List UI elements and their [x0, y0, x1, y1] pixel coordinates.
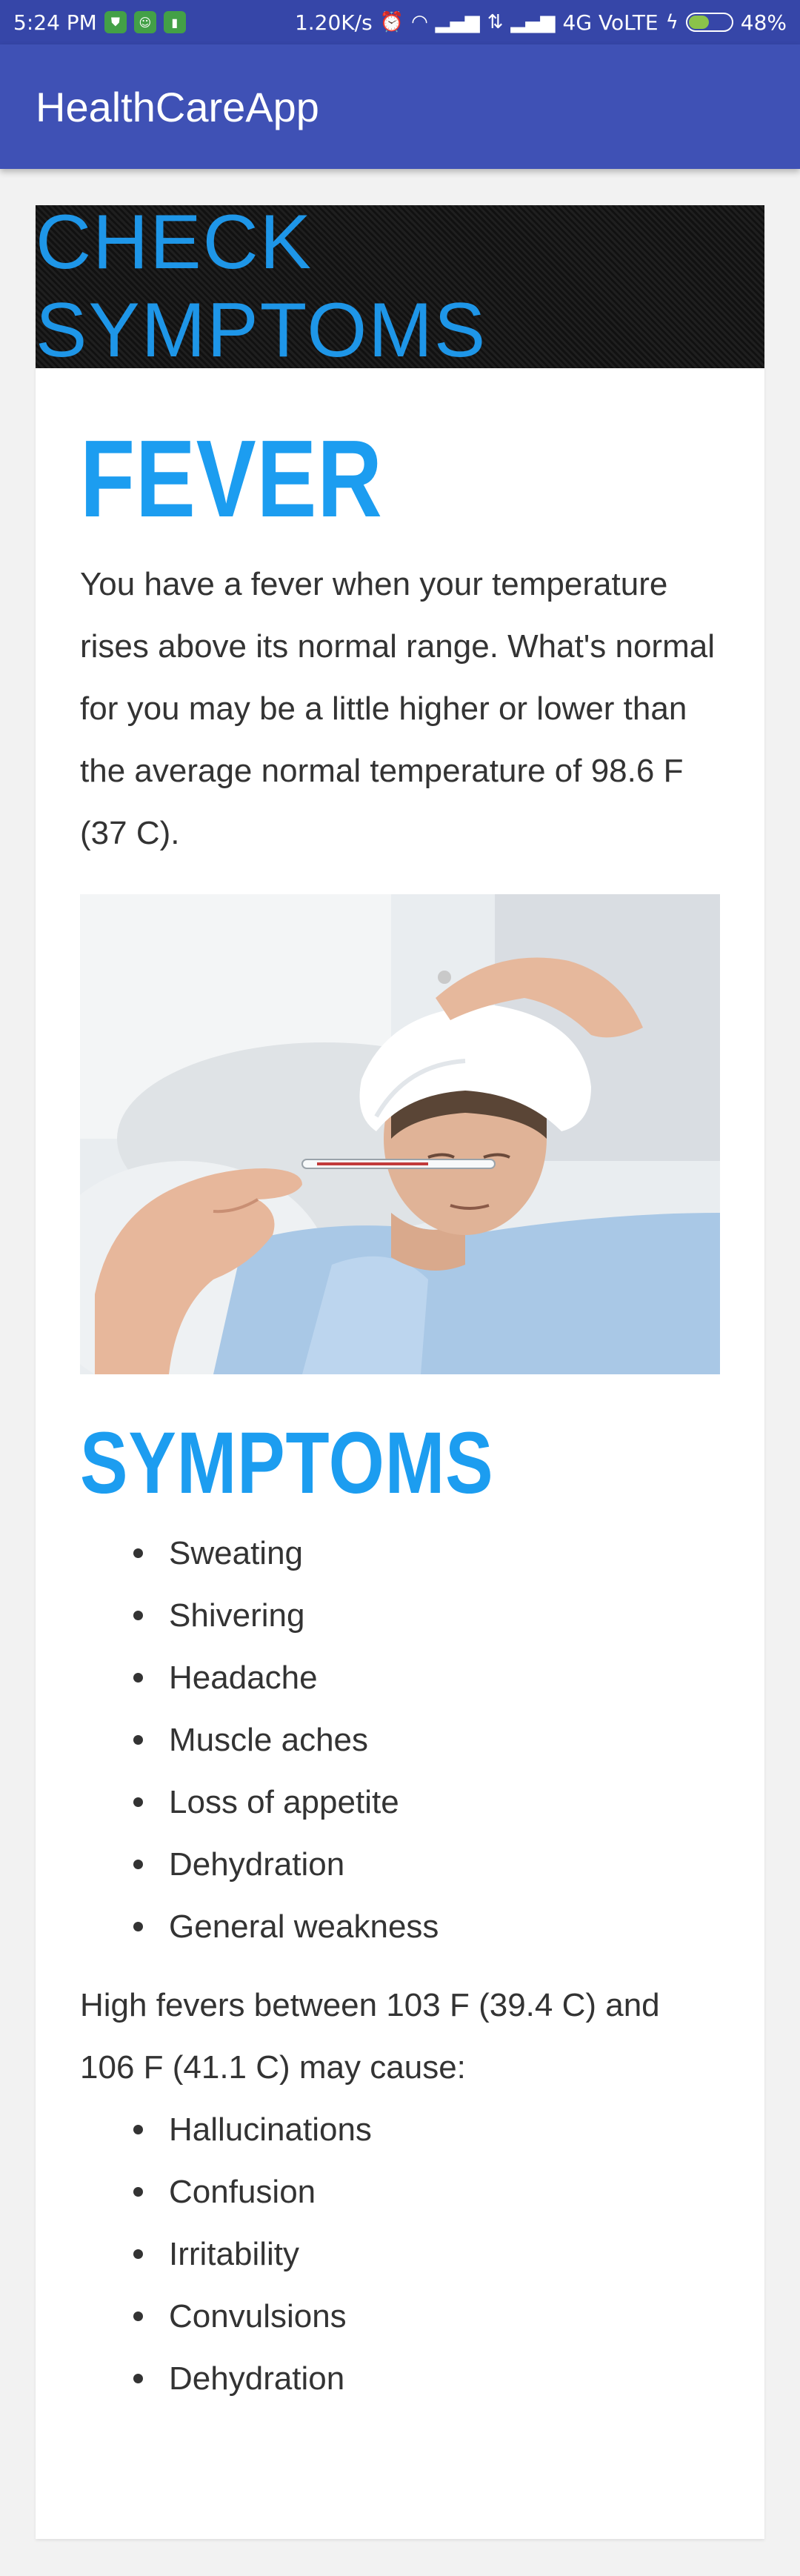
list-item-label: Sweating [169, 1535, 304, 1571]
shield-notification-icon: ⛊ [104, 11, 127, 33]
alarm-icon: ⏰ [379, 11, 404, 33]
list-item: Sweating [133, 1522, 720, 1585]
list-item-label: Confusion [169, 2174, 316, 2210]
list-item: Irritability [133, 2223, 720, 2286]
list-item: Convulsions [133, 2286, 720, 2348]
list-item: Hallucinations [133, 2099, 720, 2161]
list-item-label: Dehydration [169, 1846, 345, 1883]
list-item: General weakness [133, 1896, 720, 1958]
banner-text: CHECK SYMPTOMS [36, 199, 487, 373]
list-item-label: Headache [169, 1660, 318, 1696]
wifi-icon: ◠ [411, 11, 428, 33]
list-item: Shivering [133, 1585, 720, 1647]
android-notification-icon: ☺ [133, 11, 156, 33]
intro-paragraph: You have a fever when your temperature r… [80, 566, 715, 851]
list-item-label: Muscle aches [169, 1722, 369, 1758]
high-fever-paragraph: High fevers between 103 F (39.4 C) and 1… [80, 1987, 660, 2086]
status-bar-right: 1.20K/s ⏰ ◠ ▂▄▆ ⇅ ▂▄▆ 4G VoLTE ϟ 48% [295, 10, 787, 35]
list-item: Loss of appetite [133, 1771, 720, 1834]
signal-icon: ▂▄▆ [435, 11, 480, 33]
network-type: 4G VoLTE [562, 10, 659, 35]
list-item: Headache [133, 1647, 720, 1709]
net-speed: 1.20K/s [294, 10, 373, 35]
list-item: Confusion [133, 2161, 720, 2223]
high-fever-effects-list: Hallucinations Confusion Irritability Co… [80, 2099, 720, 2410]
list-item: Dehydration [133, 1834, 720, 1896]
list-item-label: Dehydration [169, 2360, 345, 2397]
list-item-label: Convulsions [169, 2298, 347, 2334]
article-card: CHECK SYMPTOMS FEVER You have a fever wh… [36, 199, 764, 2539]
status-bar-left: 5:24 PM ⛊ ☺ ▮ [13, 10, 186, 35]
list-item-label: Loss of appetite [169, 1784, 399, 1820]
list-item-label: Irritability [169, 2236, 300, 2272]
charging-icon: ϟ [665, 11, 679, 33]
list-item-label: Hallucinations [169, 2111, 372, 2148]
symptoms-list: Sweating Shivering Headache Muscle aches… [80, 1522, 720, 1958]
article-title: FEVER [80, 418, 383, 540]
status-time: 5:24 PM [13, 10, 97, 35]
status-bar: 5:24 PM ⛊ ☺ ▮ 1.20K/s ⏰ ◠ ▂▄▆ ⇅ ▂▄▆ 4G V… [0, 0, 800, 44]
list-item: Muscle aches [133, 1709, 720, 1771]
fever-illustration-image [80, 894, 720, 1374]
signal-icon-2: ▂▄▆ [510, 11, 556, 33]
battery-icon [685, 13, 733, 32]
battery-percent: 48% [740, 10, 787, 35]
battery-saver-notification-icon: ▮ [163, 11, 186, 33]
list-item-label: Shivering [169, 1597, 305, 1634]
list-item-label: General weakness [169, 1908, 439, 1945]
data-transfer-icon: ⇅ [487, 11, 504, 33]
app-title: HealthCareApp [36, 83, 319, 130]
symptoms-heading: SYMPTOMS [80, 1414, 494, 1512]
list-item: Dehydration [133, 2348, 720, 2410]
app-bar: HealthCareApp [0, 44, 800, 169]
article-content: FEVER You have a fever when your tempera… [36, 413, 764, 2410]
check-symptoms-banner: CHECK SYMPTOMS [36, 199, 764, 373]
